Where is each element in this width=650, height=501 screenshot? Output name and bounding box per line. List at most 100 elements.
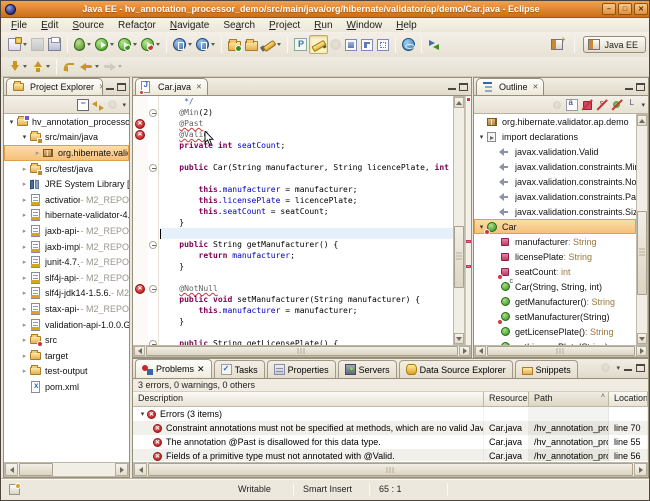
code-line[interactable] — [160, 228, 453, 239]
project-item-jaxb-impl-2-1-3-jar[interactable]: jaxb-impl-2.1.3.jar - M2_REPO — [4, 239, 129, 255]
outline-item-import-declarations[interactable]: import declarations — [474, 129, 636, 144]
view-menu-icon[interactable]: ▾ — [641, 101, 645, 109]
menu-project[interactable]: Project — [262, 18, 307, 32]
expander-open-icon[interactable] — [138, 410, 147, 418]
outline-item-setmanufacturer-string[interactable]: setManufacturer(String) — [474, 309, 636, 324]
title-bar[interactable]: Java EE - hv_annotation_processor_demo/s… — [1, 1, 650, 18]
project-item-hibernate-validator-4-0-2-ga-j[interactable]: hibernate-validator-4.0.2.GA.jar — [4, 208, 129, 224]
tab-servers[interactable]: Servers — [338, 360, 397, 378]
project-explorer-hscrollbar[interactable] — [4, 462, 129, 477]
minimize-view-icon[interactable] — [624, 365, 632, 371]
expander-closed-icon[interactable] — [20, 352, 29, 360]
scroll-thumb[interactable] — [637, 211, 647, 295]
fast-view-icon[interactable] — [9, 484, 20, 495]
problem-row[interactable]: The annotation @Past is disallowed for t… — [133, 435, 648, 449]
code-line[interactable]: this.licensePlate = licencePlate; — [160, 195, 453, 206]
code-line[interactable]: this.seatCount = seatCount; — [160, 206, 453, 217]
tab-properties[interactable]: Properties — [267, 360, 336, 378]
open-web-browser-button[interactable] — [400, 35, 417, 54]
dropdown-arrow-icon[interactable] — [23, 65, 27, 68]
outline-vscrollbar[interactable] — [636, 114, 648, 345]
overview-ruler[interactable] — [465, 96, 471, 345]
menu-source[interactable]: Source — [65, 18, 111, 32]
outline-item-javax-validation-constraints-s[interactable]: javax.validation.constraints.Size — [474, 204, 636, 219]
menu-window[interactable]: Window — [340, 18, 390, 32]
problem-row[interactable]: Constraint annotations must not be speci… — [133, 421, 648, 435]
outline-item-licenseplate[interactable]: licensePlate : String — [474, 249, 636, 264]
project-item-validation-api-1-0-0-ga-jar[interactable]: validation-api-1.0.0.GA.jar — [4, 317, 129, 333]
filters-icon[interactable] — [107, 99, 119, 111]
editor-toggle-2-button[interactable] — [359, 35, 375, 54]
close-icon[interactable]: ✕ — [99, 83, 103, 91]
code-line[interactable]: */ — [160, 96, 453, 107]
tab-tasks[interactable]: Tasks — [214, 360, 265, 378]
new-button[interactable] — [6, 35, 29, 54]
expander-open-icon[interactable] — [477, 133, 486, 141]
perspective-java-ee-button[interactable]: Java EE — [583, 36, 646, 53]
minimize-view-icon[interactable] — [106, 84, 114, 90]
scroll-left-icon[interactable] — [134, 463, 147, 476]
open-perspective-button[interactable] — [548, 36, 566, 53]
project-item-test-output[interactable]: test-output — [4, 364, 129, 380]
outline-item-car[interactable]: Car — [474, 219, 636, 234]
project-item-src-main-java[interactable]: src/main/java — [4, 130, 129, 146]
tab-snippets[interactable]: Snippets — [515, 360, 578, 378]
column-header-location[interactable]: Location — [609, 392, 648, 407]
error-mark[interactable] — [466, 265, 471, 268]
scroll-left-icon[interactable] — [5, 463, 18, 476]
close-button[interactable]: ✕ — [634, 3, 648, 15]
outline-item-org-hibernate-validator-ap-dem[interactable]: org.hibernate.validator.ap.demo — [474, 114, 636, 129]
error-marker-icon[interactable] — [135, 130, 145, 140]
back-button[interactable] — [78, 57, 101, 76]
outline-item-manufacturer[interactable]: manufacturer : String — [474, 234, 636, 249]
scroll-up-icon[interactable] — [637, 115, 647, 126]
expander-closed-icon[interactable] — [20, 211, 29, 219]
scroll-up-icon[interactable] — [454, 97, 464, 108]
code-line[interactable] — [160, 151, 453, 162]
sort-icon[interactable] — [566, 99, 578, 111]
run-button[interactable] — [93, 35, 116, 54]
tab-data-source-explorer[interactable]: Data Source Explorer — [399, 360, 513, 378]
expander-closed-icon[interactable] — [20, 258, 29, 266]
code-line[interactable]: public String getLicensePlate() { — [160, 338, 453, 345]
dropdown-arrow-icon[interactable] — [23, 43, 27, 46]
error-marker-icon[interactable] — [135, 284, 145, 294]
project-item-target[interactable]: target — [4, 348, 129, 364]
scroll-thumb[interactable] — [148, 463, 633, 476]
code-line[interactable]: return manufacturer; — [160, 250, 453, 261]
last-edit-location-button[interactable] — [61, 57, 78, 76]
code-line[interactable]: @NotNull — [160, 283, 453, 294]
debug-button[interactable] — [72, 35, 93, 54]
menu-help[interactable]: Help — [389, 18, 424, 32]
menu-file[interactable]: File — [4, 18, 34, 32]
dropdown-arrow-icon[interactable] — [156, 43, 160, 46]
scroll-left-icon[interactable] — [475, 346, 486, 356]
scroll-thumb[interactable] — [454, 226, 464, 288]
code-line[interactable] — [160, 272, 453, 283]
expander-closed-icon[interactable] — [20, 227, 29, 235]
column-header-path[interactable]: Path˄ — [529, 392, 609, 407]
team-synchronize-button[interactable] — [426, 35, 443, 54]
maximize-view-icon[interactable] — [636, 364, 645, 372]
outline-item-javax-validation-constraints-p[interactable]: javax.validation.constraints.Past — [474, 189, 636, 204]
code-line[interactable]: } — [160, 261, 453, 272]
editor-vscrollbar[interactable] — [453, 96, 465, 345]
scroll-down-icon[interactable] — [454, 333, 464, 344]
scroll-right-icon[interactable] — [636, 346, 647, 356]
expander-closed-icon[interactable] — [20, 336, 29, 344]
dropdown-arrow-icon[interactable] — [110, 43, 114, 46]
project-item-slf4j-jdk14-1-5-6-jar[interactable]: slf4j-jdk14-1.5.6.jar - M2 — [4, 286, 129, 302]
close-icon[interactable]: ✕ — [533, 83, 539, 91]
hide-static-members-icon[interactable] — [596, 99, 608, 111]
dropdown-arrow-icon[interactable] — [277, 43, 281, 46]
expander-closed-icon[interactable] — [20, 274, 29, 282]
minimize-button[interactable]: – — [602, 3, 616, 15]
expander-closed-icon[interactable] — [20, 289, 29, 297]
hide-local-types-icon[interactable] — [626, 99, 638, 111]
project-item-slf4j-api-1-5-6-jar[interactable]: slf4j-api-1.5.6.jar - M2_REPO — [4, 270, 129, 286]
fold-collapse-icon[interactable] — [149, 241, 157, 249]
scroll-right-icon[interactable] — [115, 463, 128, 476]
fold-collapse-icon[interactable] — [149, 285, 157, 293]
expander-closed-icon[interactable] — [33, 149, 42, 157]
code-line[interactable] — [160, 327, 453, 338]
